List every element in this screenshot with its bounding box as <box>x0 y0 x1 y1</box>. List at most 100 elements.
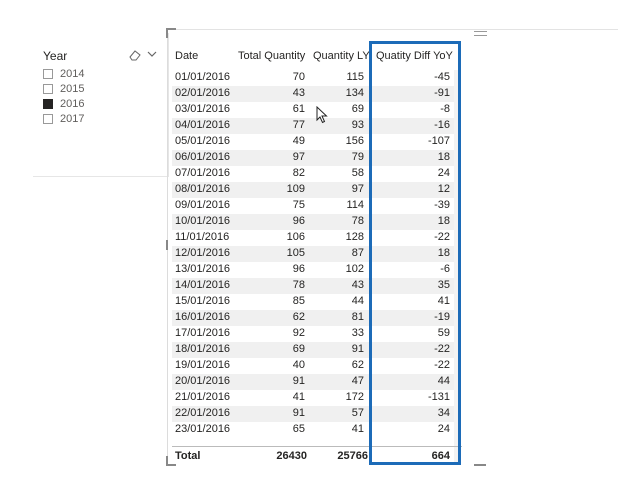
table-row[interactable]: 07/01/2016 82 58 24 <box>172 166 454 182</box>
cell-quantity-diff: 24 <box>437 167 450 179</box>
table-row[interactable]: 08/01/2016 109 97 12 <box>172 182 454 198</box>
cell-total-quantity: 97 <box>292 151 305 163</box>
mouse-cursor-icon <box>316 105 328 124</box>
table-row[interactable]: 19/01/2016 40 62 -22 <box>172 358 454 374</box>
cell-total-quantity: 92 <box>292 327 305 339</box>
cell-total-quantity: 82 <box>292 167 305 179</box>
slicer-item-label: 2017 <box>60 113 85 125</box>
cell-quantity-ly: 91 <box>351 343 364 355</box>
cell-total-quantity: 49 <box>292 135 305 147</box>
cell-total-quantity: 91 <box>292 375 305 387</box>
cell-quantity-diff: -19 <box>434 311 450 323</box>
cell-date: 11/01/2016 <box>175 231 230 243</box>
table-row[interactable]: 02/01/2016 43 134 -91 <box>172 86 454 102</box>
header-total-quantity[interactable]: Total Quantity <box>238 44 305 68</box>
table-row[interactable]: 20/01/2016 91 47 44 <box>172 374 454 390</box>
cell-quantity-diff: 44 <box>437 375 450 387</box>
resize-handle-left[interactable] <box>166 240 168 250</box>
cell-quantity-diff: 12 <box>437 183 450 195</box>
cell-total-quantity: 40 <box>292 359 305 371</box>
year-slicer: Year 2014 2015 2016 2017 <box>33 33 169 177</box>
resize-corner-top-left[interactable] <box>166 28 176 38</box>
table-row[interactable]: 03/01/2016 61 69 -8 <box>172 102 454 118</box>
table-row[interactable]: 04/01/2016 77 93 -16 <box>172 118 454 134</box>
cell-quantity-diff: 18 <box>437 151 450 163</box>
cell-quantity-diff: -22 <box>434 231 450 243</box>
table-row[interactable]: 15/01/2016 85 44 41 <box>172 294 454 310</box>
cell-quantity-ly: 114 <box>346 199 364 211</box>
cell-quantity-ly: 87 <box>351 247 364 259</box>
table-row[interactable]: 18/01/2016 69 91 -22 <box>172 342 454 358</box>
cell-total-quantity: 69 <box>292 343 305 355</box>
cell-total-quantity: 41 <box>292 391 305 403</box>
cell-total-quantity: 105 <box>286 247 305 259</box>
cell-date: 08/01/2016 <box>175 183 231 195</box>
cell-total-quantity: 75 <box>292 199 305 211</box>
cell-total-quantity: 96 <box>292 215 305 227</box>
totals-quantity-ly: 25766 <box>337 450 368 462</box>
slicer-item-label: 2014 <box>60 68 85 80</box>
header-quantity-ly[interactable]: Quantity LY <box>313 44 370 68</box>
cell-quantity-diff: -22 <box>434 343 450 355</box>
checkbox[interactable] <box>43 84 53 94</box>
cell-date: 22/01/2016 <box>175 407 231 419</box>
eraser-icon[interactable] <box>128 49 142 61</box>
visual-top-border <box>176 29 618 30</box>
table-row[interactable]: 14/01/2016 78 43 35 <box>172 278 454 294</box>
resize-handle-bottom[interactable] <box>474 464 486 466</box>
cell-date: 10/01/2016 <box>175 215 231 227</box>
table-row[interactable]: 17/01/2016 92 33 59 <box>172 326 454 342</box>
drag-grip-icon[interactable] <box>474 31 487 39</box>
cell-total-quantity: 78 <box>292 279 305 291</box>
cell-date: 06/01/2016 <box>175 151 231 163</box>
cell-date: 19/01/2016 <box>175 359 231 371</box>
scrollbar[interactable] <box>454 70 460 462</box>
table-row[interactable]: 05/01/2016 49 156 -107 <box>172 134 454 150</box>
cell-total-quantity: 61 <box>292 103 305 115</box>
slicer-item[interactable]: 2016 <box>43 97 84 111</box>
slicer-title: Year <box>43 49 68 63</box>
table-row[interactable]: 11/01/2016 106 128 -22 <box>172 230 454 246</box>
table-row[interactable]: 10/01/2016 96 78 18 <box>172 214 454 230</box>
cell-date: 13/01/2016 <box>175 263 231 275</box>
cell-total-quantity: 62 <box>292 311 305 323</box>
table-row[interactable]: 22/01/2016 91 57 34 <box>172 406 454 422</box>
chevron-down-icon[interactable] <box>146 48 158 60</box>
cell-quantity-diff: -131 <box>427 391 450 403</box>
cell-quantity-ly: 44 <box>351 295 364 307</box>
table-row[interactable]: 13/01/2016 96 102 -6 <box>172 262 454 278</box>
table-row[interactable]: 16/01/2016 62 81 -19 <box>172 310 454 326</box>
checkbox[interactable] <box>43 114 53 124</box>
cell-quantity-ly: 57 <box>351 407 364 419</box>
slicer-item[interactable]: 2014 <box>43 67 84 81</box>
header-quantity-diff-yoy[interactable]: Quatity Diff YoY <box>376 44 453 68</box>
cell-quantity-ly: 128 <box>345 231 364 243</box>
cell-quantity-ly: 172 <box>345 391 364 403</box>
table-row[interactable]: 21/01/2016 41 172 -131 <box>172 390 454 406</box>
cell-quantity-ly: 156 <box>345 135 364 147</box>
table-row[interactable]: 06/01/2016 97 79 18 <box>172 150 454 166</box>
table-row[interactable]: 12/01/2016 105 87 18 <box>172 246 454 262</box>
cell-total-quantity: 85 <box>292 295 305 307</box>
cell-date: 23/01/2016 <box>175 423 231 435</box>
totals-quantity-diff: 664 <box>431 450 450 462</box>
cell-total-quantity: 43 <box>292 87 305 99</box>
table-body: 01/01/2016 70 115 -45 02/01/2016 43 134 -91 03/0… <box>172 70 462 487</box>
cell-total-quantity: 96 <box>292 263 305 275</box>
cell-quantity-ly: 33 <box>351 327 364 339</box>
header-date[interactable]: Date <box>175 44 198 68</box>
cell-quantity-ly: 97 <box>351 183 364 195</box>
table-row[interactable]: 23/01/2016 65 41 24 <box>172 422 454 438</box>
table-row[interactable]: 09/01/2016 75 114 -39 <box>172 198 454 214</box>
slicer-item[interactable]: 2017 <box>43 112 84 126</box>
slicer-item[interactable]: 2015 <box>43 82 84 96</box>
checkbox[interactable] <box>43 69 53 79</box>
slicer-item-label: 2016 <box>60 98 85 110</box>
totals-row: Total 26430 25766 664 <box>172 446 462 465</box>
cell-quantity-diff: 34 <box>437 407 450 419</box>
cell-quantity-ly: 41 <box>351 423 364 435</box>
cell-date: 01/01/2016 <box>175 71 231 83</box>
checkbox[interactable] <box>43 99 53 109</box>
cell-quantity-diff: 59 <box>437 327 450 339</box>
table-row[interactable]: 01/01/2016 70 115 -45 <box>172 70 454 86</box>
